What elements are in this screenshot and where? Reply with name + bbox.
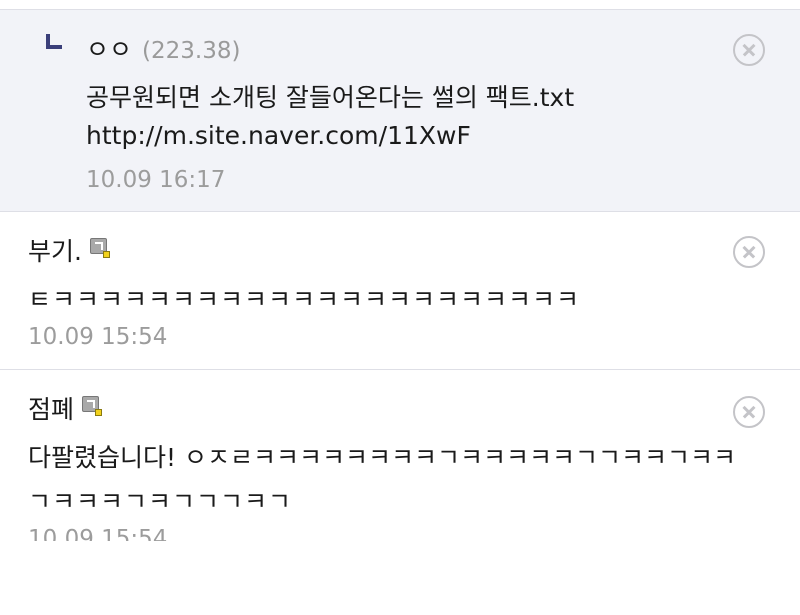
- comment-author-line: 점폐: [28, 390, 103, 426]
- reply-comment: ㅇㅇ (223.38) 공무원되면 소개팅 잘들어온다는 썰의 팩트.txt ht…: [0, 9, 800, 211]
- comment: 부기. ㅌㅋㅋㅋㅋㅋㅋㅋㅋㅋㅋㅋㅋㅋㅋㅋㅋㅋㅋㅋㅋㅋㅋ 10.09 15:54: [0, 211, 800, 369]
- comment-author-line: 부기.: [28, 232, 110, 268]
- comment-text: 공무원되면 소개팅 잘들어온다는 썰의 팩트.txt: [86, 83, 575, 112]
- comment-author-line: ㅇㅇ (223.38): [86, 30, 240, 66]
- delete-comment-icon[interactable]: [733, 396, 765, 428]
- comment-date: 10.09 15:54: [28, 526, 168, 541]
- comment: 점폐 다팔렸습니다! ㅇㅈㄹㅋㅋㅋㅋㅋㅋㅋㅋㄱㅋㅋㅋㅋㅋㄱㄱㅋㅋㄱㅋㅋ ㄱㅋㅋㅋ…: [0, 369, 800, 541]
- comment-link[interactable]: http://m.site.naver.com/11XwF: [86, 121, 471, 150]
- delete-comment-icon[interactable]: [733, 236, 765, 268]
- mobile-icon: [89, 238, 110, 258]
- comment-date: 10.09 15:54: [28, 324, 168, 350]
- comment-date: 10.09 16:17: [86, 167, 226, 193]
- comment-text: ㅌㅋㅋㅋㅋㅋㅋㅋㅋㅋㅋㅋㅋㅋㅋㅋㅋㅋㅋㅋㅋㅋㅋ: [28, 285, 581, 314]
- comment-author: 부기.: [28, 237, 82, 266]
- comment-ip: (223.38): [142, 38, 241, 64]
- comment-author: 점폐: [28, 395, 75, 424]
- comment-text: 다팔렸습니다! ㅇㅈㄹㅋㅋㅋㅋㅋㅋㅋㅋㄱㅋㅋㅋㅋㅋㄱㄱㅋㅋㄱㅋㅋ: [28, 443, 736, 472]
- reply-arrow-icon: [46, 34, 62, 49]
- mobile-icon: [82, 396, 103, 416]
- delete-comment-icon[interactable]: [733, 34, 765, 66]
- comment-author: ㅇㅇ: [86, 35, 133, 64]
- comment-text-continued: ㄱㅋㅋㅋㄱㅋㄱㄱㄱㅋㄱ: [28, 487, 293, 516]
